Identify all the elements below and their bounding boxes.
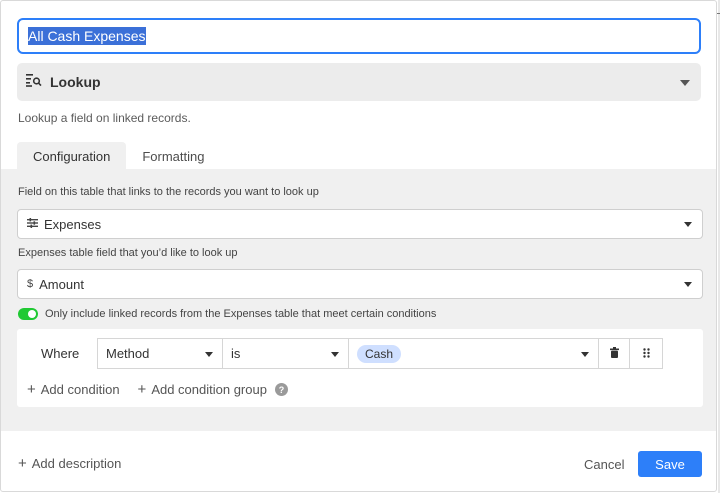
condition-field-select[interactable]: Method	[97, 338, 223, 369]
add-condition-group-button[interactable]: + Add condition group	[138, 381, 267, 398]
link-field-value: Expenses	[44, 216, 102, 232]
chevron-down-icon	[331, 352, 339, 357]
delete-condition-button[interactable]	[598, 338, 630, 369]
condition-value-select[interactable]: Cash	[348, 338, 599, 369]
condition-field-value: Method	[106, 346, 150, 361]
link-field-label: Field on this table that links to the re…	[18, 186, 319, 198]
add-condition-button[interactable]: + Add condition	[27, 381, 120, 398]
plus-icon: +	[18, 455, 27, 472]
lookup-field-value: Amount	[39, 276, 84, 292]
drag-condition-handle[interactable]	[629, 338, 663, 369]
lookup-field-select[interactable]: $ Amount	[17, 269, 703, 299]
condition-operator-value: is	[231, 346, 241, 361]
field-name-text: All Cash Expenses	[28, 27, 146, 45]
configuration-panel: Field on this table that links to the re…	[1, 169, 716, 431]
conditions-toggle[interactable]	[18, 308, 38, 320]
linked-records-icon	[27, 217, 38, 231]
help-icon[interactable]: ?	[274, 383, 288, 396]
link-field-select[interactable]: Expenses	[17, 209, 703, 239]
chevron-down-icon	[684, 222, 692, 227]
lookup-field-label: Expenses table field that you’d like to …	[18, 247, 238, 259]
field-type-description: Lookup a field on linked records.	[18, 111, 191, 125]
plus-icon: +	[27, 381, 36, 398]
field-type-select[interactable]: Lookup	[17, 63, 701, 101]
condition-value-pill: Cash	[357, 344, 402, 363]
tab-configuration[interactable]: Configuration	[17, 142, 127, 170]
add-description-label: Add description	[31, 456, 122, 471]
trash-icon	[609, 346, 619, 361]
add-condition-group-label: Add condition group	[151, 382, 267, 397]
chevron-down-icon	[205, 352, 213, 357]
save-button[interactable]: Save	[638, 451, 702, 477]
condition-actions: + Add condition + Add condition group ?	[27, 381, 288, 398]
condition-operator-select[interactable]: is	[222, 338, 349, 369]
chevron-down-icon	[684, 282, 692, 287]
lookup-icon	[26, 73, 42, 92]
field-name-input[interactable]: All Cash Expenses	[17, 18, 701, 54]
field-type-label: Lookup	[50, 74, 101, 90]
plus-icon: +	[137, 381, 147, 398]
cancel-button[interactable]: Cancel	[584, 457, 624, 472]
condition-row: Where Method is Cash	[17, 338, 703, 369]
field-config-dialog: All Cash Expenses Lookup Lookup a field …	[0, 0, 717, 492]
drag-handle-icon	[642, 346, 650, 361]
tab-formatting[interactable]: Formatting	[126, 142, 220, 170]
add-condition-label: Add condition	[40, 382, 120, 397]
chevron-down-icon	[581, 352, 589, 357]
config-tabs: Configuration Formatting	[17, 142, 220, 170]
conditions-toggle-row: Only include linked records from the Exp…	[18, 308, 436, 320]
condition-where-label: Where	[41, 346, 80, 361]
conditions-box: Where Method is Cash + Add condition + A…	[17, 329, 703, 407]
conditions-toggle-label: Only include linked records from the Exp…	[45, 308, 437, 320]
chevron-down-icon	[680, 80, 690, 86]
add-description-button[interactable]: + Add description	[18, 455, 121, 472]
currency-icon: $	[27, 278, 34, 290]
